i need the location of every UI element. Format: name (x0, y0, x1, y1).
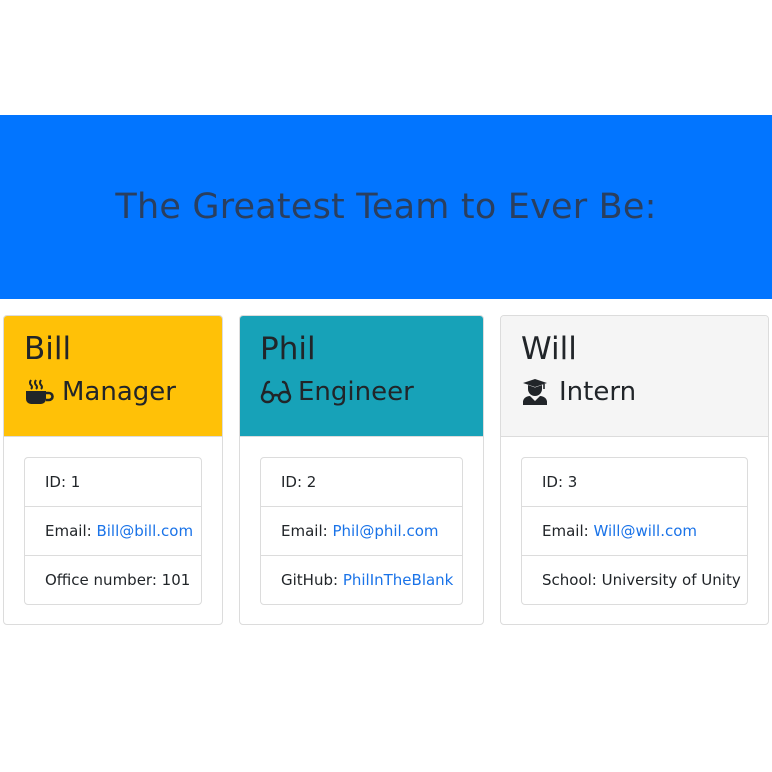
employee-info-list: ID: 3 Email: Will@will.com School: Unive… (521, 457, 748, 605)
employee-email-row: Email: Phil@phil.com (261, 507, 462, 556)
employee-card-intern: Will Intern ID: 3 Email: Will@will.com S… (500, 315, 769, 625)
employee-role-label: Intern (559, 377, 637, 407)
employee-id: ID: 3 (522, 458, 747, 507)
glasses-icon (260, 378, 292, 406)
github-row: GitHub: PhilInTheBlank (261, 556, 462, 604)
email-label: Email: (45, 522, 97, 540)
employee-role-label: Engineer (298, 377, 414, 407)
email-link[interactable]: Phil@phil.com (332, 522, 438, 540)
card-header: Bill Manager (4, 316, 222, 437)
employee-info-list: ID: 2 Email: Phil@phil.com GitHub: PhilI… (260, 457, 463, 605)
email-link[interactable]: Bill@bill.com (96, 522, 193, 540)
jumbotron-header: The Greatest Team to Ever Be: (0, 115, 772, 299)
employee-name: Will (521, 331, 577, 367)
coffee-icon (24, 378, 56, 406)
office-number-row: Office number: 101 (25, 556, 201, 604)
employee-id-text: ID: 1 (45, 473, 81, 491)
email-link[interactable]: Will@will.com (593, 522, 697, 540)
office-number-label: Office number: (45, 571, 162, 589)
github-link[interactable]: PhilInTheBlank (343, 571, 454, 589)
employee-id: ID: 1 (25, 458, 201, 507)
card-header: Will Intern (501, 316, 768, 437)
school-value: University of Unity (601, 571, 741, 589)
email-label: Email: (542, 522, 594, 540)
employee-id-text: ID: 2 (281, 473, 317, 491)
employee-card-engineer: Phil Engineer ID: 2 Email: Phil@phil.com… (239, 315, 484, 625)
school-label: School: (542, 571, 602, 589)
school-row: School: University of Unity (522, 556, 747, 604)
card-header: Phil Engineer (240, 316, 483, 437)
employee-info-list: ID: 1 Email: Bill@bill.com Office number… (24, 457, 202, 605)
office-number-value: 101 (161, 571, 191, 589)
employee-role: Intern (521, 376, 748, 408)
employee-id: ID: 2 (261, 458, 462, 507)
employee-name: Phil (260, 331, 316, 367)
employee-role-label: Manager (62, 377, 176, 407)
employee-email-row: Email: Will@will.com (522, 507, 747, 556)
github-label: GitHub: (281, 571, 343, 589)
page-title: The Greatest Team to Ever Be: (115, 187, 657, 227)
employee-id-text: ID: 3 (542, 473, 578, 491)
employee-role: Engineer (260, 376, 463, 408)
employee-email-row: Email: Bill@bill.com (25, 507, 201, 556)
employee-name: Bill (24, 331, 72, 367)
graduate-icon (521, 378, 553, 406)
employee-card-manager: Bill Manager ID: 1 Email: Bill@bill.com … (3, 315, 223, 625)
email-label: Email: (281, 522, 333, 540)
employee-role: Manager (24, 376, 202, 408)
